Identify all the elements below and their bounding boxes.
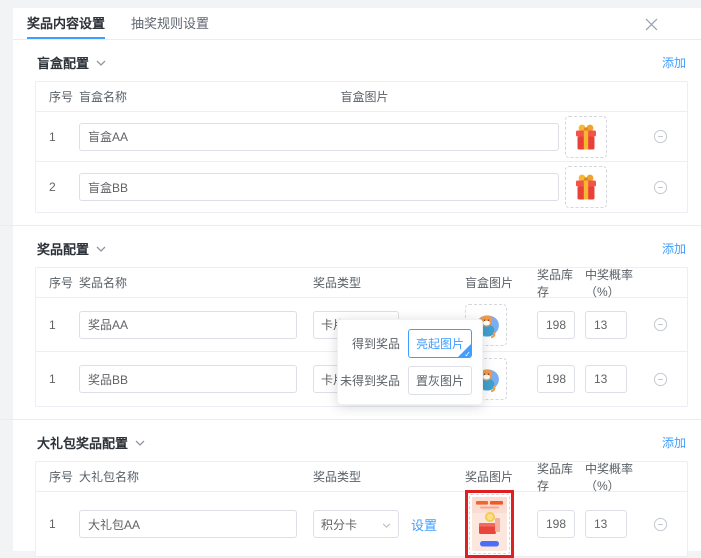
row-seq: 2 [49,180,79,194]
section-blindbox-title-text: 盲盒配置 [37,53,89,72]
add-giftpack-button[interactable]: 添加 [662,434,686,451]
giftpack-row-1: 1 积分卡 设置 [36,492,687,556]
row-seq: 1 [49,130,79,144]
add-blindbox-button[interactable]: 添加 [662,54,686,71]
row-seq: 1 [49,517,79,531]
gift-box-image [570,171,602,203]
blindbox-name-input[interactable] [79,173,559,201]
blindbox-row-1: 1 [36,112,687,162]
add-prize-button[interactable]: 添加 [662,240,686,257]
section-prize-header: 奖品配置 添加 [35,226,688,267]
blindbox-table-header: 序号 盲盒名称 盲盒图片 [36,82,687,112]
giftpack-rate-input[interactable] [585,510,627,538]
select-caret-icon [382,517,391,531]
section-blindbox-title[interactable]: 盲盒配置 [37,53,106,72]
blindbox-table: 序号 盲盒名称 盲盒图片 1 [35,81,688,213]
prize-rate-input[interactable] [585,311,627,339]
section-blindbox-header: 盲盒配置 添加 [35,40,688,81]
giftpack-name-input[interactable] [79,510,297,538]
gray-image-button[interactable]: 置灰图片 [408,366,472,395]
remove-row-icon[interactable] [652,317,668,333]
image-mode-popup: 得到奖品 亮起图片 未得到奖品 置灰图片 [337,319,483,405]
chevron-down-icon [96,246,106,252]
col-win-rate: 中奖概率（%） [585,266,644,300]
remove-row-icon[interactable] [652,179,668,195]
prize-name-input[interactable] [79,311,297,339]
col-stock: 奖品库存 [537,266,585,300]
gift-poster-image [472,497,507,551]
col-seq: 序号 [49,274,79,291]
popup-label-lose: 未得到奖品 [340,372,400,389]
gift-box-image [570,121,602,153]
remove-row-icon[interactable] [652,129,668,145]
prize-stock-input[interactable] [537,365,575,393]
popup-row-win: 得到奖品 亮起图片 [348,329,472,358]
section-giftpack-header: 大礼包奖品配置 添加 [35,420,688,461]
highlight-red-box [465,490,514,558]
tab-prize-content[interactable]: 奖品内容设置 [27,8,105,39]
col-blindbox-image: 盲盒图片 [465,274,537,291]
giftpack-image-upload[interactable] [469,494,510,554]
section-giftpack-title[interactable]: 大礼包奖品配置 [37,433,145,452]
col-stock: 奖品库存 [537,460,585,494]
col-seq: 序号 [49,468,79,485]
col-prize-type: 奖品类型 [313,274,465,291]
blindbox-image-upload[interactable] [565,166,607,208]
row-seq: 1 [49,372,79,386]
col-seq: 序号 [49,88,79,105]
prize-name-input[interactable] [79,365,297,393]
blindbox-name-input[interactable] [79,123,559,151]
giftpack-table-header: 序号 大礼包名称 奖品类型 奖品图片 奖品库存 中奖概率（%） [36,462,687,492]
blindbox-row-2: 2 [36,162,687,212]
col-prize-type: 奖品类型 [313,468,465,485]
bright-image-button[interactable]: 亮起图片 [408,329,472,358]
section-prize-title-text: 奖品配置 [37,239,89,258]
col-win-rate: 中奖概率（%） [585,460,644,494]
col-blindbox-name: 盲盒名称 [79,88,341,105]
remove-row-icon[interactable] [652,516,668,532]
row-seq: 1 [49,318,79,332]
col-blindbox-image: 盲盒图片 [341,88,413,105]
giftpack-stock-input[interactable] [537,510,575,538]
giftpack-image-set-link[interactable]: 设置 [411,515,437,534]
giftpack-type-select[interactable]: 积分卡 [313,510,399,538]
col-prize-name: 奖品名称 [79,274,313,291]
popup-row-lose: 未得到奖品 置灰图片 [348,366,472,395]
popup-label-win: 得到奖品 [352,335,400,352]
close-icon[interactable] [643,16,659,32]
giftpack-type-value: 积分卡 [321,516,357,533]
blindbox-image-upload[interactable] [565,116,607,158]
prize-rate-input[interactable] [585,365,627,393]
remove-row-icon[interactable] [652,371,668,387]
col-prize-image: 奖品图片 [465,468,537,485]
giftpack-table: 序号 大礼包名称 奖品类型 奖品图片 奖品库存 中奖概率（%） 1 积分卡 设置 [35,461,688,557]
prize-stock-input[interactable] [537,311,575,339]
tab-bar: 奖品内容设置 抽奖规则设置 [13,8,701,40]
chevron-down-icon [96,60,106,66]
section-prize-title[interactable]: 奖品配置 [37,239,106,258]
prize-table-header: 序号 奖品名称 奖品类型 盲盒图片 奖品库存 中奖概率（%） [36,268,687,298]
chevron-down-icon [135,440,145,446]
tab-lottery-rules[interactable]: 抽奖规则设置 [131,8,209,39]
prize-settings-panel: 奖品内容设置 抽奖规则设置 盲盒配置 添加 序号 盲盒名称 盲盒图片 1 [13,8,701,551]
col-giftpack-name: 大礼包名称 [79,468,313,485]
section-giftpack-title-text: 大礼包奖品配置 [37,433,128,452]
